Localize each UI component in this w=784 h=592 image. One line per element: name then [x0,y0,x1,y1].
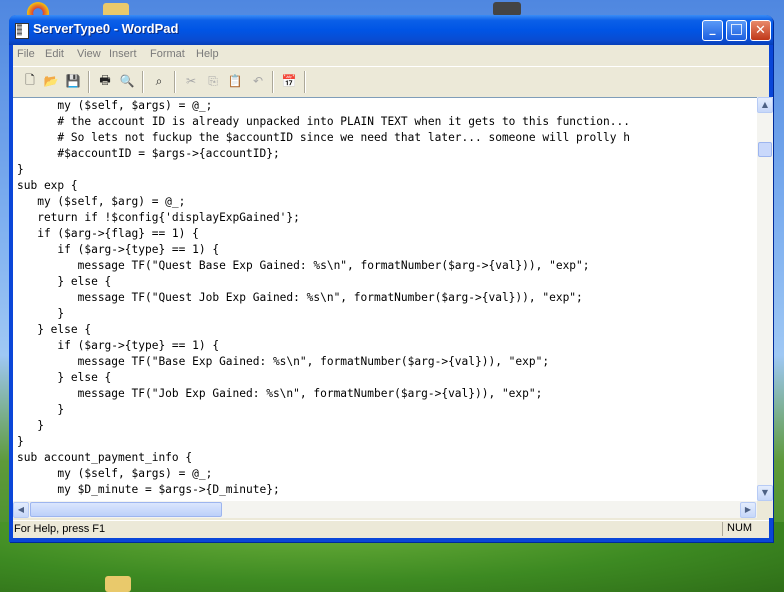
code-line[interactable]: my ($self, $args) = @_; [17,99,212,112]
print-preview-icon[interactable]: 🔍 [118,72,136,90]
code-line[interactable]: } [17,307,64,320]
maximize-button[interactable]: □ [726,20,747,41]
undo-icon[interactable]: ↶ [249,72,267,90]
code-line[interactable]: } [17,435,24,448]
scroll-right-button[interactable]: ▶ [740,502,756,518]
code-line[interactable]: # the account ID is already unpacked int… [17,115,630,128]
wordpad-window: ≡ ≡ ≡ ServerType0 - WordPad _ □ ✕ File Edi… [9,15,773,542]
code-line[interactable]: #$accountID = $args->{accountID}; [17,147,279,160]
code-line[interactable]: } else { [17,275,111,288]
scroll-left-button[interactable]: ◀ [13,502,29,518]
toolbar-separator [88,71,90,93]
paste-icon[interactable]: 📋 [226,72,244,90]
code-line[interactable]: sub exp { [17,179,78,192]
status-bar: For Help, press F1 NUM [13,520,769,539]
open-icon[interactable]: 📂 [42,72,60,90]
status-help-text: For Help, press F1 [14,523,106,535]
minimize-button[interactable]: _ [702,20,723,41]
toolbar-separator [142,71,144,93]
toolbar-separator [304,71,306,93]
scrollbar-corner [757,501,773,518]
code-line[interactable]: } [17,163,24,176]
scroll-up-button[interactable]: ▲ [757,97,773,113]
toolbar-separator [174,71,176,93]
code-line[interactable]: my ($self, $args) = @_; [17,467,212,480]
copy-icon[interactable]: ⎘ [204,72,222,90]
menu-help[interactable]: Help [196,48,219,60]
wordpad-app-icon[interactable]: ≡ ≡ ≡ [15,23,29,39]
document-text-area[interactable]: my ($self, $args) = @_; # the account ID… [13,97,757,502]
title-bar[interactable]: ≡ ≡ ≡ ServerType0 - WordPad _ □ ✕ [9,15,773,45]
code-line[interactable]: if ($arg->{type} == 1) { [17,243,219,256]
vertical-scrollbar[interactable]: ▲ ▼ [757,97,773,501]
horizontal-scrollbar[interactable]: ◀ ▶ [13,501,757,518]
cut-icon[interactable]: ✂ [182,72,200,90]
menu-format[interactable]: Format [150,48,185,60]
vertical-scroll-thumb[interactable] [758,142,772,157]
code-line[interactable]: if ($arg->{flag} == 1) { [17,227,199,240]
desktop-icon-folder-bottom[interactable] [105,576,131,592]
scroll-down-button[interactable]: ▼ [757,485,773,501]
print-icon[interactable]: 🖶 [96,72,114,90]
insert-datetime-icon[interactable]: 📅 [280,72,298,90]
code-line[interactable]: } else { [17,323,91,336]
code-line[interactable]: message TF("Quest Base Exp Gained: %s\n"… [17,259,590,272]
toolbar-separator [272,71,274,93]
code-line[interactable]: my ($self, $arg) = @_; [17,195,185,208]
code-line[interactable]: my $D_minute = $args->{D_minute}; [17,483,279,496]
code-line[interactable]: } [17,403,64,416]
code-line[interactable]: message TF("Quest Job Exp Gained: %s\n",… [17,291,583,304]
code-line[interactable]: if ($arg->{type} == 1) { [17,339,219,352]
document-text[interactable]: my ($self, $args) = @_; # the account ID… [17,98,630,498]
code-line[interactable]: } [17,419,44,432]
menu-file[interactable]: File [17,48,35,60]
window-title: ServerType0 - WordPad [33,21,179,36]
menu-edit[interactable]: Edit [45,48,64,60]
horizontal-scroll-thumb[interactable] [30,502,222,517]
find-icon[interactable]: ⌕ [150,72,168,90]
window-client-area: File Edit View Insert Format Help 🗋 📂 💾 … [13,45,773,539]
toolbar: 🗋 📂 💾 🖶 🔍 ⌕ ✂ ⎘ 📋 ↶ 📅 [13,66,769,98]
code-line[interactable]: message TF("Base Exp Gained: %s\n", form… [17,355,550,368]
save-icon[interactable]: 💾 [64,72,82,90]
close-button[interactable]: ✕ [750,20,771,41]
menu-insert[interactable]: Insert [109,48,137,60]
code-line[interactable]: sub account_payment_info { [17,451,192,464]
new-document-icon[interactable]: 🗋 [21,72,39,90]
code-line[interactable]: # So lets not fuckup the $accountID sinc… [17,131,630,144]
code-line[interactable]: return if !$config{'displayExpGained'}; [17,211,300,224]
desktop-icon-app[interactable] [493,2,521,16]
menu-view[interactable]: View [77,48,101,60]
menu-bar: File Edit View Insert Format Help [13,45,769,65]
code-line[interactable]: message TF("Job Exp Gained: %s\n", forma… [17,387,543,400]
code-line[interactable]: } else { [17,371,111,384]
num-lock-indicator: NUM [722,522,764,536]
